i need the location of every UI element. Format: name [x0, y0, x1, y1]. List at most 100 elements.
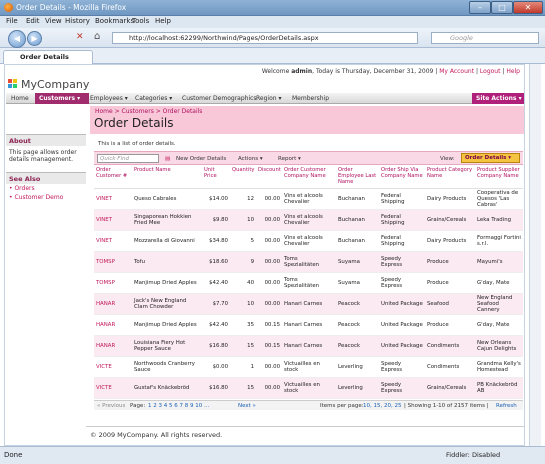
menu-edit[interactable]: Edit	[26, 17, 40, 25]
nav-employees[interactable]: Employees ▾	[90, 95, 128, 102]
column-header[interactable]: Discount	[256, 166, 282, 189]
table-cell: United Package	[379, 293, 425, 315]
table-cell: Dairy Products	[425, 188, 475, 210]
table-cell: Federal Shipping	[379, 188, 425, 210]
table-cell: Tofu	[132, 251, 202, 273]
pager-page-numbers[interactable]: 1 2 3 4 5 6 7 8 9 10 ...	[148, 403, 209, 409]
table-row[interactable]: HANAR Louisiana Fiery Hot Pepper Sauce $16…	[94, 335, 523, 357]
address-bar[interactable]: http://localhost:62299/Northwind/Pages/O…	[112, 32, 418, 44]
order-customer-link[interactable]: HANAR	[94, 314, 132, 336]
table-cell: $16.80	[202, 377, 230, 399]
nav-home[interactable]: Home	[11, 95, 29, 102]
table-cell: Peacock	[336, 293, 379, 315]
search-input[interactable]: Google	[431, 32, 539, 44]
table-cell: $0.00	[202, 356, 230, 378]
order-customer-link[interactable]: HANAR	[94, 293, 132, 315]
pager-next[interactable]: Next »	[238, 403, 256, 409]
table-cell: 00.00	[256, 377, 282, 399]
table-row[interactable]: TOMSP Tofu $18.60 9 00.00 Toms Spezialitäten S…	[94, 251, 523, 273]
stop-icon[interactable]: ✕	[76, 32, 84, 42]
table-cell: $42.40	[202, 272, 230, 294]
items-per-page-options[interactable]: 10, 15, 20, 25	[363, 403, 401, 409]
column-header[interactable]: Order Customer #	[94, 166, 132, 189]
table-row[interactable]: VINET Queso Cabrales $14.00 12 00.00 Vins et …	[94, 188, 523, 210]
view-selector[interactable]: Order Details ▾	[461, 153, 520, 163]
column-header[interactable]: Order Customer Company Name	[282, 166, 336, 189]
table-row[interactable]: HANAR Jack's New England Clam Chowder $7.7…	[94, 293, 523, 315]
quick-find-input[interactable]: Quick Find	[97, 154, 159, 163]
table-row[interactable]: VINET Mozzarella di Giovanni $34.80 5 00.00 V…	[94, 230, 523, 252]
table-row[interactable]: VINET Singaporean Hokkien Fried Mee $9.80 1…	[94, 209, 523, 231]
order-customer-link[interactable]: VINET	[94, 188, 132, 210]
table-cell: Leverling	[336, 377, 379, 399]
report-button[interactable]: Report ▾	[278, 156, 301, 162]
order-customer-link[interactable]: HANAR	[94, 335, 132, 357]
maximize-button[interactable]: □	[491, 1, 513, 14]
table-cell: Hanari Carnes	[282, 314, 336, 336]
column-header[interactable]: Product Category Name	[425, 166, 475, 189]
table-cell: $34.80	[202, 230, 230, 252]
menu-tools[interactable]: Tools	[132, 17, 149, 25]
table-cell: Toms Spezialitäten	[282, 272, 336, 294]
site-menubar: Home Customers ▾ Employees ▾ Categories …	[6, 93, 524, 104]
sidebar-link-customer-demo[interactable]: • Customer Demo	[6, 193, 86, 202]
home-icon[interactable]: ⌂	[94, 31, 100, 42]
minimize-button[interactable]: –	[469, 1, 491, 14]
order-customer-link[interactable]: VICTE	[94, 356, 132, 378]
help-link[interactable]: Help	[506, 68, 520, 75]
order-customer-link[interactable]: TOMSP	[94, 272, 132, 294]
table-row[interactable]: VICTE Gustaf's Knäckebröd $16.80 15 00.00 Vic…	[94, 377, 523, 399]
table-cell: Victuailles en stock	[282, 356, 336, 378]
close-button[interactable]: ✕	[513, 1, 543, 14]
column-header[interactable]: Product Name	[132, 166, 202, 189]
firefox-icon	[4, 3, 13, 12]
actions-button[interactable]: Actions ▾	[238, 156, 263, 162]
table-cell: Speedy Express	[379, 251, 425, 273]
nav-customer-demographics[interactable]: Customer Demographics	[182, 95, 257, 102]
column-header[interactable]: Product Supplier Company Name	[475, 166, 523, 189]
fiddler-status[interactable]: Fiddler: Disabled	[446, 451, 500, 459]
menu-history[interactable]: History	[65, 17, 90, 25]
table-cell: Cooperativa de Quesos 'Las Cabras'	[475, 188, 523, 210]
column-header[interactable]: Unit Price	[202, 166, 230, 189]
table-cell: Vins et alcools Chevalier	[282, 209, 336, 231]
nav-region[interactable]: Region ▾	[256, 95, 281, 102]
table-cell: 1	[230, 356, 256, 378]
menu-help[interactable]: Help	[155, 17, 171, 25]
tab-order-details[interactable]: Order Details	[3, 50, 93, 64]
column-header[interactable]: Quantity	[230, 166, 256, 189]
site-actions-button[interactable]: Site Actions ▾	[472, 93, 524, 104]
table-cell: Manjimup Dried Apples	[132, 314, 202, 336]
footer-copyright: © 2009 MyCompany. All rights reserved.	[90, 431, 223, 439]
table-cell: 35	[230, 314, 256, 336]
order-customer-link[interactable]: VINET	[94, 209, 132, 231]
new-order-details-button[interactable]: New Order Details	[176, 156, 226, 162]
order-customer-link[interactable]: VINET	[94, 230, 132, 252]
table-row[interactable]: HANAR Manjimup Dried Apples $42.40 35 00.15 H…	[94, 314, 523, 336]
sidebar-link-orders[interactable]: • Orders	[6, 184, 86, 193]
table-cell: Speedy Express	[379, 272, 425, 294]
order-customer-link[interactable]: TOMSP	[94, 251, 132, 273]
table-row[interactable]: VICTE Northwoods Cranberry Sauce $0.00 1 00.…	[94, 356, 523, 378]
back-icon[interactable]: ◀	[8, 30, 26, 48]
table-row[interactable]: TOMSP Manjimup Dried Apples $42.40 40 00.00 T…	[94, 272, 523, 294]
nav-membership[interactable]: Membership	[292, 95, 329, 102]
table-cell: Leka Trading	[475, 209, 523, 231]
nav-categories[interactable]: Categories ▾	[135, 95, 172, 102]
refresh-link[interactable]: Refresh	[496, 403, 517, 409]
menu-file[interactable]: File	[6, 17, 18, 25]
nav-customers[interactable]: Customers ▾	[35, 93, 89, 104]
menu-bookmarks[interactable]: Bookmarks	[95, 17, 134, 25]
order-customer-link[interactable]: VICTE	[94, 377, 132, 399]
column-header[interactable]: Order Ship Via Company Name	[379, 166, 425, 189]
my-account-link[interactable]: My Account	[439, 68, 474, 75]
forward-icon[interactable]: ▶	[27, 31, 42, 46]
scrollbar[interactable]	[529, 64, 541, 446]
table-cell: New Orleans Cajun Delights	[475, 335, 523, 357]
pager-previous[interactable]: « Previous	[97, 403, 125, 409]
logout-link[interactable]: Logout	[480, 68, 501, 75]
column-header[interactable]: Order Employee Last Name	[336, 166, 379, 189]
menu-view[interactable]: View	[45, 17, 62, 25]
page-description: This is a list of order details.	[98, 141, 176, 147]
breadcrumb[interactable]: Home > Customers > Order Details	[95, 108, 202, 115]
